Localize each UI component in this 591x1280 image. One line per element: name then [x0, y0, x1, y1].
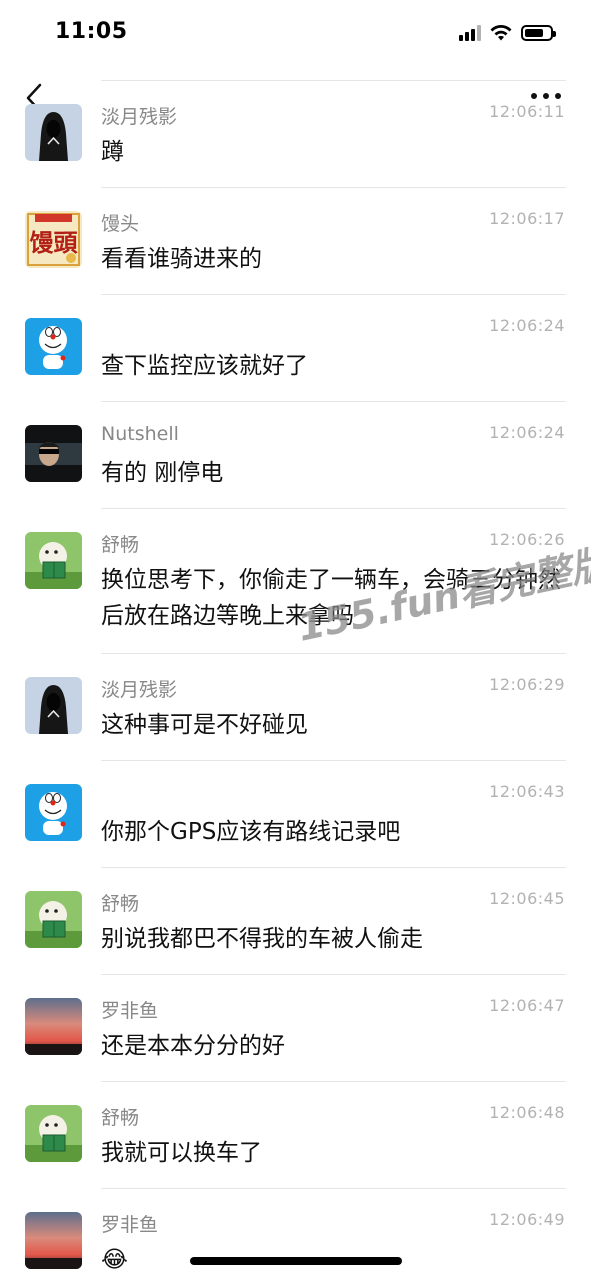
- divider: [101, 508, 566, 509]
- message-time: 12:06:29: [489, 675, 565, 694]
- message-text: 我就可以换车了: [101, 1140, 262, 1166]
- avatar[interactable]: 馒頭: [25, 211, 82, 268]
- sender-name: 舒畅: [101, 893, 140, 915]
- message-time: 12:06:24: [489, 316, 565, 335]
- sunglasses-man-avatar-icon: [25, 425, 82, 482]
- divider: [101, 401, 566, 402]
- message-row[interactable]: 淡月残影 12:06:11 蹲: [0, 80, 591, 187]
- sender-name: 舒畅: [101, 1107, 140, 1129]
- home-indicator[interactable]: [190, 1257, 402, 1265]
- wifi-icon: [490, 25, 512, 41]
- divider: [101, 1081, 566, 1082]
- message-time: 12:06:43: [489, 782, 565, 801]
- message-text: 还是本本分分的好: [101, 1033, 285, 1059]
- doraemon-avatar-icon: [25, 784, 82, 841]
- message-time: 12:06:45: [489, 889, 565, 908]
- message-text: 查下监控应该就好了: [101, 353, 308, 379]
- message-row[interactable]: 舒畅 12:06:48 我就可以换车了: [0, 1081, 591, 1188]
- message-row[interactable]: 淡月残影 12:06:29 这种事可是不好碰见: [0, 653, 591, 760]
- avatar[interactable]: [25, 1105, 82, 1162]
- doraemon-avatar-icon: [25, 318, 82, 375]
- sunset-sky-avatar-icon: [25, 998, 82, 1055]
- divider: [101, 187, 566, 188]
- message-time: 12:06:49: [489, 1210, 565, 1229]
- reading-sheep-avatar-icon: [25, 1105, 82, 1162]
- message-row[interactable]: 12:06:43 你那个GPS应该有路线记录吧: [0, 760, 591, 867]
- sender-name: 舒畅: [101, 534, 140, 556]
- message-time: 12:06:17: [489, 209, 565, 228]
- sender-name: 罗非鱼: [101, 1214, 159, 1236]
- divider: [101, 80, 566, 81]
- status-icons: [459, 24, 556, 42]
- sender-name: 罗非鱼: [101, 1000, 159, 1022]
- sender-name: 淡月残影: [101, 106, 178, 128]
- message-text: 蹲: [101, 139, 124, 165]
- sender-name: 馒头: [101, 213, 140, 235]
- divider: [101, 294, 566, 295]
- message-row[interactable]: 罗非鱼 12:06:47 还是本本分分的好: [0, 974, 591, 1081]
- avatar[interactable]: [25, 104, 82, 161]
- message-text: 你那个GPS应该有路线记录吧: [101, 819, 401, 845]
- message-row[interactable]: 馒頭 馒头 12:06:17 看看谁骑进来的: [0, 187, 591, 294]
- avatar[interactable]: [25, 998, 82, 1055]
- message-text: 有的 刚停电: [101, 460, 224, 486]
- avatar[interactable]: [25, 1212, 82, 1269]
- hooded-figure-avatar-icon: [25, 677, 82, 734]
- divider: [101, 867, 566, 868]
- sender-name: Nutshell: [101, 423, 179, 445]
- message-row[interactable]: 舒畅 12:06:45 别说我都巴不得我的车被人偷走: [0, 867, 591, 974]
- message-time: 12:06:48: [489, 1103, 565, 1122]
- divider: [101, 974, 566, 975]
- divider: [101, 1188, 566, 1189]
- avatar[interactable]: [25, 425, 82, 482]
- message-time: 12:06:11: [489, 102, 565, 121]
- message-text: 别说我都巴不得我的车被人偷走: [101, 926, 423, 952]
- sender-name: 淡月残影: [101, 679, 178, 701]
- message-time: 12:06:24: [489, 423, 565, 442]
- avatar[interactable]: [25, 532, 82, 589]
- reading-sheep-avatar-icon: [25, 532, 82, 589]
- message-list: 淡月残影 12:06:11 蹲 馒頭 馒头 12:06:17 看看谁骑进来的 1…: [0, 80, 591, 1278]
- message-row[interactable]: Nutshell 12:06:24 有的 刚停电: [0, 401, 591, 508]
- divider: [101, 653, 566, 654]
- status-bar: 11:05: [0, 0, 591, 66]
- status-time: 11:05: [55, 19, 128, 44]
- hooded-figure-avatar-icon: [25, 104, 82, 161]
- avatar-text: 馒頭: [30, 228, 79, 257]
- message-row[interactable]: 12:06:24 查下监控应该就好了: [0, 294, 591, 401]
- avatar[interactable]: [25, 677, 82, 734]
- sunset-sky-avatar-icon: [25, 1212, 82, 1269]
- divider: [101, 760, 566, 761]
- avatar[interactable]: [25, 891, 82, 948]
- mantou-avatar-icon: 馒頭: [25, 211, 82, 268]
- battery-icon: [521, 25, 556, 41]
- reading-sheep-avatar-icon: [25, 891, 82, 948]
- message-text: 看看谁骑进来的: [101, 246, 262, 272]
- avatar[interactable]: [25, 318, 82, 375]
- cellular-signal-icon: [459, 25, 481, 41]
- message-text: 这种事可是不好碰见: [101, 712, 308, 738]
- message-time: 12:06:47: [489, 996, 565, 1015]
- avatar[interactable]: [25, 784, 82, 841]
